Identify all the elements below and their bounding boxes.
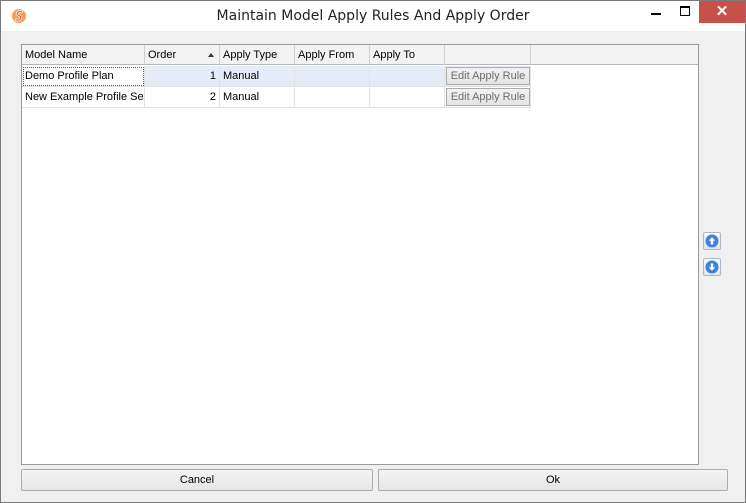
column-header-model-name[interactable]: Model Name — [22, 45, 145, 65]
table-row[interactable]: New Example Profile Set 2 Manual Edit Ap… — [22, 87, 531, 108]
cell-action: Edit Apply Rule — [445, 66, 531, 87]
minimize-button[interactable] — [641, 1, 671, 23]
apply-rules-table[interactable]: Model Name Order Apply Type Apply From A… — [21, 44, 699, 465]
column-header-actions[interactable] — [445, 45, 531, 65]
cell-order[interactable]: 1 — [145, 66, 220, 87]
arrow-up-icon — [705, 234, 719, 248]
close-button[interactable]: ✕ — [699, 1, 745, 23]
column-header-label: Apply To — [373, 49, 415, 61]
move-up-button[interactable] — [703, 232, 721, 250]
column-header-apply-type[interactable]: Apply Type — [220, 45, 295, 65]
cell-apply-from[interactable] — [295, 66, 370, 87]
edit-apply-rule-button[interactable]: Edit Apply Rule — [446, 67, 530, 85]
cell-model-name[interactable]: New Example Profile Set — [22, 87, 145, 108]
sort-ascending-icon — [208, 53, 214, 57]
column-header-order[interactable]: Order — [145, 45, 220, 65]
cell-order[interactable]: 2 — [145, 87, 220, 108]
cell-apply-from[interactable] — [295, 87, 370, 108]
maximize-icon — [680, 6, 690, 16]
maximize-button[interactable] — [671, 1, 699, 23]
close-icon: ✕ — [715, 3, 729, 20]
column-header-label: Order — [148, 49, 177, 61]
window-title: Maintain Model Apply Rules And Apply Ord… — [216, 8, 530, 24]
minimize-icon — [651, 13, 661, 15]
title-bar[interactable]: Maintain Model Apply Rules And Apply Ord… — [1, 1, 745, 31]
table-row[interactable]: Demo Profile Plan 1 Manual Edit Apply Ru… — [22, 66, 531, 87]
arrow-down-icon — [705, 260, 719, 274]
cell-apply-to[interactable] — [370, 87, 445, 108]
column-header-apply-from[interactable]: Apply From — [295, 45, 370, 65]
ok-button[interactable]: Ok — [378, 469, 728, 491]
cell-action: Edit Apply Rule — [445, 87, 531, 108]
column-header-label: Apply From — [298, 49, 355, 61]
column-header-label: Apply Type — [223, 49, 278, 61]
column-header-apply-to[interactable]: Apply To — [370, 45, 445, 65]
cell-apply-type[interactable]: Manual — [220, 66, 295, 87]
dialog-window: Maintain Model Apply Rules And Apply Ord… — [0, 0, 746, 503]
column-header-filler — [531, 45, 698, 65]
edit-apply-rule-button[interactable]: Edit Apply Rule — [446, 88, 530, 106]
move-down-button[interactable] — [703, 258, 721, 276]
cell-model-name[interactable]: Demo Profile Plan — [22, 66, 145, 87]
cancel-button[interactable]: Cancel — [21, 469, 373, 491]
cell-apply-to[interactable] — [370, 66, 445, 87]
column-header-label: Model Name — [25, 49, 88, 61]
cell-apply-type[interactable]: Manual — [220, 87, 295, 108]
